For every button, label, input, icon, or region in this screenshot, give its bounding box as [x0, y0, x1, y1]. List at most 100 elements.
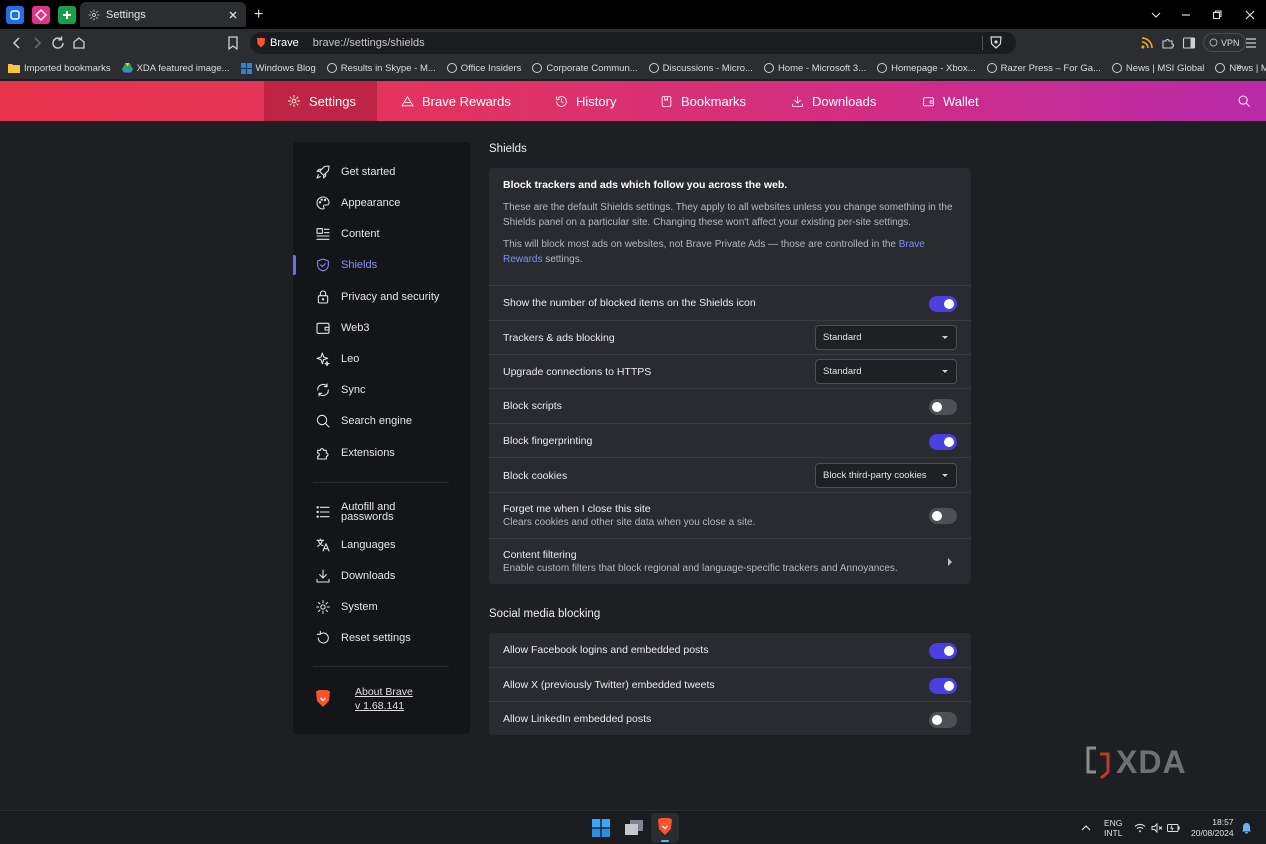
sidebar-item-system[interactable]: System: [293, 593, 470, 621]
topnav-label: Settings: [309, 93, 356, 109]
wifi-icon[interactable]: [1134, 823, 1146, 833]
sidebar-item-shields[interactable]: Shields: [293, 251, 470, 279]
sidebar-item-leo[interactable]: Leo: [293, 345, 470, 373]
caret-down-icon: [942, 474, 948, 477]
block-cookies-select[interactable]: Block third-party cookies: [815, 463, 957, 488]
bookmark-item[interactable]: News | MSI Global: [1111, 63, 1204, 74]
minimize-button[interactable]: [1170, 0, 1202, 29]
about-brave-link[interactable]: About Brave v 1.68.141: [355, 685, 413, 713]
sidebar-item-label: Privacy and security: [341, 291, 440, 303]
intro-text: This will block most ads on websites, no…: [503, 239, 899, 250]
bookmark-item[interactable]: Homepage - Xbox...: [877, 63, 976, 74]
settings-search-button[interactable]: [1237, 81, 1251, 121]
globe-icon: [446, 63, 457, 73]
sidebar-toggle-icon[interactable]: [1182, 36, 1196, 50]
setting-row-forget-me: Forget me when I close this site Clears …: [489, 492, 971, 538]
sidebar-item-extensions[interactable]: Extensions: [293, 439, 470, 467]
topnav-history[interactable]: History: [555, 81, 616, 121]
windows-start-icon[interactable]: [592, 819, 610, 837]
sidebar-item-languages[interactable]: Languages: [293, 531, 470, 559]
forward-button[interactable]: [28, 34, 46, 52]
bookmark-item[interactable]: Home - Microsoft 3...: [763, 63, 866, 74]
menu-icon[interactable]: [1244, 36, 1258, 50]
topnav-settings[interactable]: Settings: [264, 81, 377, 121]
sidebar-item-get-started[interactable]: Get started: [293, 158, 470, 186]
file-explorer-icon[interactable]: [625, 820, 643, 836]
tab-title: Settings: [106, 8, 146, 21]
sidebar-item-web3[interactable]: Web3: [293, 314, 470, 342]
sidebar-item-privacy[interactable]: Privacy and security: [293, 283, 470, 311]
bookmark-item[interactable]: Discussions - Micro...: [648, 63, 753, 74]
xda-watermark: XDA: [1086, 744, 1187, 781]
bookmark-item[interactable]: Razer Press – For Ga...: [986, 63, 1101, 74]
notification-bell-icon[interactable]: [1241, 822, 1252, 834]
bookmark-item[interactable]: Windows Blog: [240, 62, 316, 74]
brave-taskbar-button[interactable]: [651, 813, 679, 843]
https-upgrade-select[interactable]: Standard: [815, 359, 957, 384]
pinned-tab-1[interactable]: [6, 5, 24, 24]
lang-primary: ENG: [1104, 818, 1123, 828]
x-toggle[interactable]: [929, 678, 957, 694]
bookmark-item[interactable]: Office Insiders: [446, 62, 522, 74]
topnav-brave-rewards[interactable]: Brave Rewards: [401, 81, 511, 121]
bookmark-item[interactable]: Corporate Commun...: [532, 63, 638, 74]
bookmark-item[interactable]: Imported bookmarks: [8, 63, 111, 74]
more-bookmarks-icon[interactable]: »: [1236, 61, 1242, 73]
show-count-toggle[interactable]: [929, 296, 957, 312]
bookmark-label: Office Insiders: [460, 62, 522, 74]
address-bar[interactable]: Brave brave://settings/shields: [250, 32, 1016, 54]
tab-search-button[interactable]: [1140, 0, 1172, 29]
home-button[interactable]: [70, 34, 88, 52]
extensions-icon[interactable]: [1161, 36, 1175, 50]
sidebar-item-downloads[interactable]: Downloads: [293, 562, 470, 590]
gear-icon: [316, 600, 330, 614]
sidebar-item-autofill[interactable]: Autofill and passwords: [293, 498, 470, 526]
pinned-tab-3[interactable]: [58, 5, 76, 24]
facebook-toggle[interactable]: [929, 643, 957, 659]
close-window-button[interactable]: [1234, 0, 1266, 29]
globe-icon: [1215, 63, 1226, 73]
trackers-blocking-select[interactable]: Standard: [815, 325, 957, 350]
topnav-bookmarks[interactable]: Bookmarks: [660, 81, 746, 121]
block-fingerprinting-toggle[interactable]: [929, 434, 957, 450]
shields-icon[interactable]: [990, 36, 1002, 49]
clock[interactable]: 18:57 20/08/2024: [1191, 811, 1234, 844]
chevron-up-icon[interactable]: [1081, 823, 1091, 833]
bookmark-page-button[interactable]: [224, 34, 242, 52]
sidebar-item-reset[interactable]: Reset settings: [293, 624, 470, 652]
topnav-wallet[interactable]: Wallet: [922, 81, 979, 121]
sidebar-item-search-engine[interactable]: Search engine: [293, 407, 470, 435]
shields-intro-heading: Block trackers and ads which follow you …: [503, 179, 788, 191]
setting-row-block-scripts: Block scripts: [489, 388, 971, 423]
language-indicator[interactable]: ENG INTL: [1104, 811, 1122, 844]
bookmark-label: Homepage - Xbox...: [891, 62, 976, 74]
linkedin-toggle[interactable]: [929, 712, 957, 728]
vpn-button[interactable]: VPN: [1203, 33, 1246, 52]
bookmark-item[interactable]: Results in Skype - M...: [326, 63, 436, 74]
setting-row-x: Allow X (previously Twitter) embedded tw…: [489, 667, 971, 701]
tab-settings[interactable]: Settings: [80, 2, 246, 27]
new-tab-button[interactable]: +: [254, 6, 263, 24]
topnav-downloads[interactable]: Downloads: [791, 81, 876, 121]
sidebar-item-sync[interactable]: Sync: [293, 376, 470, 404]
reload-button[interactable]: [49, 34, 67, 52]
bookmark-item[interactable]: XDA featured image...: [121, 63, 230, 74]
close-tab-icon[interactable]: [228, 10, 238, 20]
setting-row-fingerprinting: Block fingerprinting: [489, 423, 971, 457]
setting-label: Allow X (previously Twitter) embedded tw…: [503, 679, 715, 691]
setting-label: Content filtering: [503, 549, 577, 561]
setting-row-content-filtering[interactable]: Content filtering Enable custom filters …: [489, 538, 971, 584]
sidebar-item-appearance[interactable]: Appearance: [293, 189, 470, 217]
volume-muted-icon[interactable]: [1151, 823, 1163, 833]
topnav-label: Downloads: [812, 93, 877, 109]
battery-icon[interactable]: [1167, 824, 1180, 832]
forget-me-toggle[interactable]: [929, 508, 957, 524]
maximize-button[interactable]: [1201, 0, 1233, 29]
back-button[interactable]: [8, 34, 26, 52]
block-scripts-toggle[interactable]: [929, 399, 957, 415]
omnibox-url[interactable]: brave://settings/shields: [313, 37, 425, 49]
sparkle-icon: [316, 352, 330, 367]
sidebar-item-content[interactable]: Content: [293, 220, 470, 248]
rss-icon[interactable]: [1140, 36, 1154, 50]
pinned-tab-2[interactable]: [32, 5, 50, 24]
